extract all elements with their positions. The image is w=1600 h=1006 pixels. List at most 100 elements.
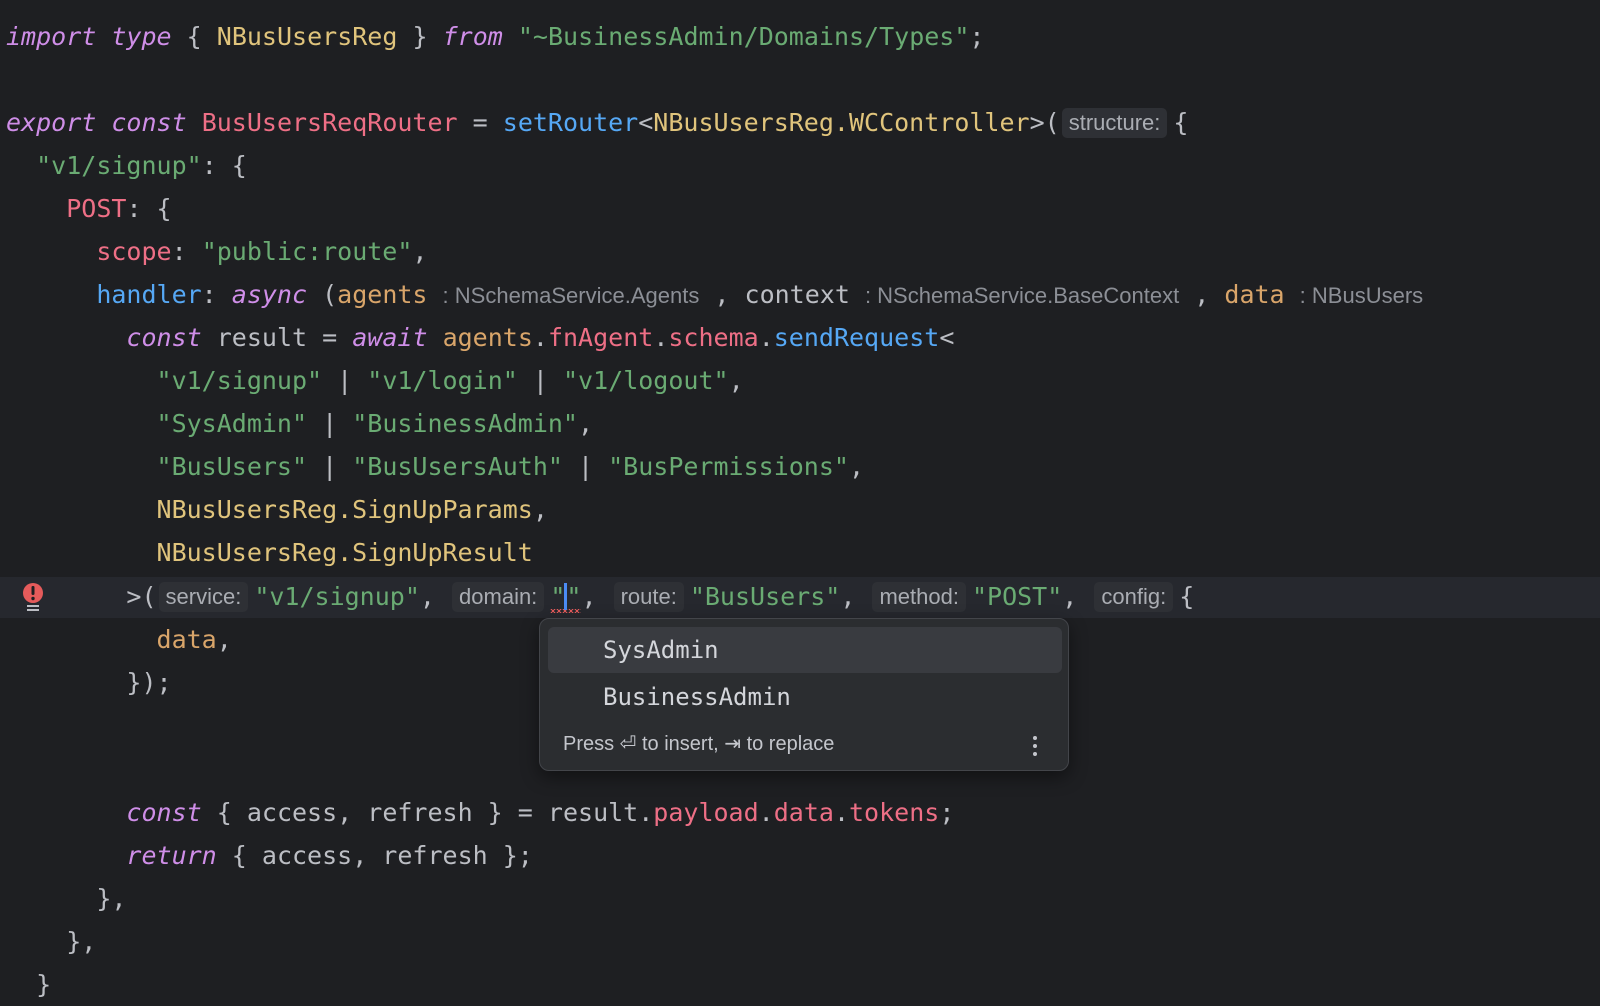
comma: , [1062,582,1078,611]
equals: = [517,798,533,827]
comma: , [412,237,428,266]
code-line-11[interactable]: "BusUsers" | "BusUsersAuth" | "BusPermis… [6,445,865,488]
return-keyword: return [126,841,217,870]
string-literal: "SysAdmin" [156,409,308,438]
code-line-1[interactable]: import type { NBusUsersReg } from "~Busi… [6,15,984,58]
payload-prop: payload [653,798,759,827]
code-editor[interactable]: import type { NBusUsersReg } from "~Busi… [0,0,1600,1000]
fn-agent-prop: fnAgent [547,323,654,352]
close-call: }); [126,668,172,697]
param-agents: agents [337,280,428,309]
brace: } [412,22,428,51]
quote: " [566,582,582,611]
code-line-5[interactable]: POST: { [6,187,171,230]
async-keyword: async [231,280,308,309]
brace: { [1173,108,1189,137]
result-ref: result [547,798,639,827]
brace: { [186,22,202,51]
comma: , [840,582,856,611]
param-context: context [744,280,850,309]
close-brace: }, [96,884,127,913]
scope-key: scope [96,237,172,266]
comma: , [581,582,597,611]
domain-value[interactable]: "" [550,582,582,613]
string-literal: "v1/logout" [562,366,729,395]
string-literal: "BusUsers" [156,452,308,481]
route-key: "v1/signup" [36,151,202,180]
type-keyword: type [111,22,172,51]
completion-item-sysadmin[interactable]: SysAdmin [548,627,1062,673]
import-keyword: import [6,22,97,51]
code-line-10[interactable]: "SysAdmin" | "BusinessAdmin", [6,402,594,445]
paren: ( [322,280,338,309]
inlay-hint-config: config: [1094,582,1174,612]
comma: , [216,625,232,654]
close-brace: } [36,970,52,999]
code-line-8[interactable]: const result = await agents.fnAgent.sche… [6,316,954,359]
code-line-19[interactable]: const { access, refresh } = result.paylo… [6,791,954,834]
comma: , [728,366,744,395]
data-prop: data [773,798,834,827]
comma: , [578,409,594,438]
data-arg: data [156,625,217,654]
from-keyword: from [442,22,503,51]
destructure: { access, refresh } [216,798,503,827]
inlay-hint-domain: domain: [452,582,545,612]
string-literal: "v1/signup" [156,366,323,395]
code-line-3[interactable]: export const BusUsersReqRouter = setRout… [6,101,1188,144]
inlay-hint-agents-type: : NSchemaService.Agents [442,283,700,308]
export-keyword: export [6,108,97,137]
import-name: NBusUsersReg [216,22,398,51]
code-line-22[interactable]: }, [6,920,96,963]
service-value: "v1/signup" [254,582,420,611]
send-request-call: sendRequest [773,323,940,352]
string-literal: "BusPermissions" [608,452,849,481]
param-data: data [1224,280,1285,309]
result-var: result [216,323,308,352]
code-line-21[interactable]: }, [6,877,126,920]
pipe: | [578,452,594,481]
code-line-16[interactable]: }); [6,661,172,704]
code-line-20[interactable]: return { access, refresh }; [6,834,533,877]
comma: , [419,582,435,611]
lt: < [939,323,955,352]
equals: = [472,108,488,137]
handler-key: handler [96,280,202,309]
popup-hint-text: Press ⏎ to insert, ⇥ to replace [563,733,835,755]
brace: { [1179,582,1195,611]
code-line-14[interactable]: >(service: "v1/signup", domain: "", route:… [6,575,1194,618]
inlay-hint-structure: structure: [1061,108,1168,138]
close-brace: }, [66,927,97,956]
semicolon: ; [969,22,985,51]
inlay-hint-data-type: : NBusUsers [1299,283,1424,308]
autocomplete-popup[interactable]: SysAdmin BusinessAdmin Press ⏎ to insert… [539,618,1069,771]
more-options-icon[interactable] [1029,733,1041,759]
const-keyword: const [111,108,187,137]
agents-ref: agents [442,323,533,352]
return-value: { access, refresh }; [231,841,533,870]
signup-result-type: NBusUsersReg.SignUpResult [156,538,533,567]
method-value: "POST" [971,582,1063,611]
pipe: | [322,452,338,481]
code-line-15[interactable]: data, [6,618,232,661]
code-line-12[interactable]: NBusUsersReg.SignUpParams, [6,488,548,531]
pipe: | [322,409,338,438]
completion-item-businessadmin[interactable]: BusinessAdmin [548,674,1062,720]
import-path: "~BusinessAdmin/Domains/Types" [517,22,970,51]
route-value: "BusUsers" [689,582,841,611]
code-line-13[interactable]: NBusUsersReg.SignUpResult [6,531,533,574]
gt-paren: >( [1029,108,1060,137]
code-line-7[interactable]: handler: async (agents : NSchemaService.… [6,273,1423,316]
const-keyword: const [126,323,202,352]
router-name: BusUsersReqRouter [201,108,458,137]
code-line-4[interactable]: "v1/signup": { [6,144,247,187]
pipe: | [337,366,353,395]
string-literal: "v1/login" [367,366,518,395]
code-line-9[interactable]: "v1/signup" | "v1/login" | "v1/logout", [6,359,744,402]
equals: = [322,323,338,352]
inlay-hint-context-type: : NSchemaService.BaseContext [864,283,1180,308]
scope-value: "public:route" [201,237,413,266]
comma: , [1194,280,1210,309]
code-line-6[interactable]: scope: "public:route", [6,230,427,273]
comma: , [532,495,548,524]
